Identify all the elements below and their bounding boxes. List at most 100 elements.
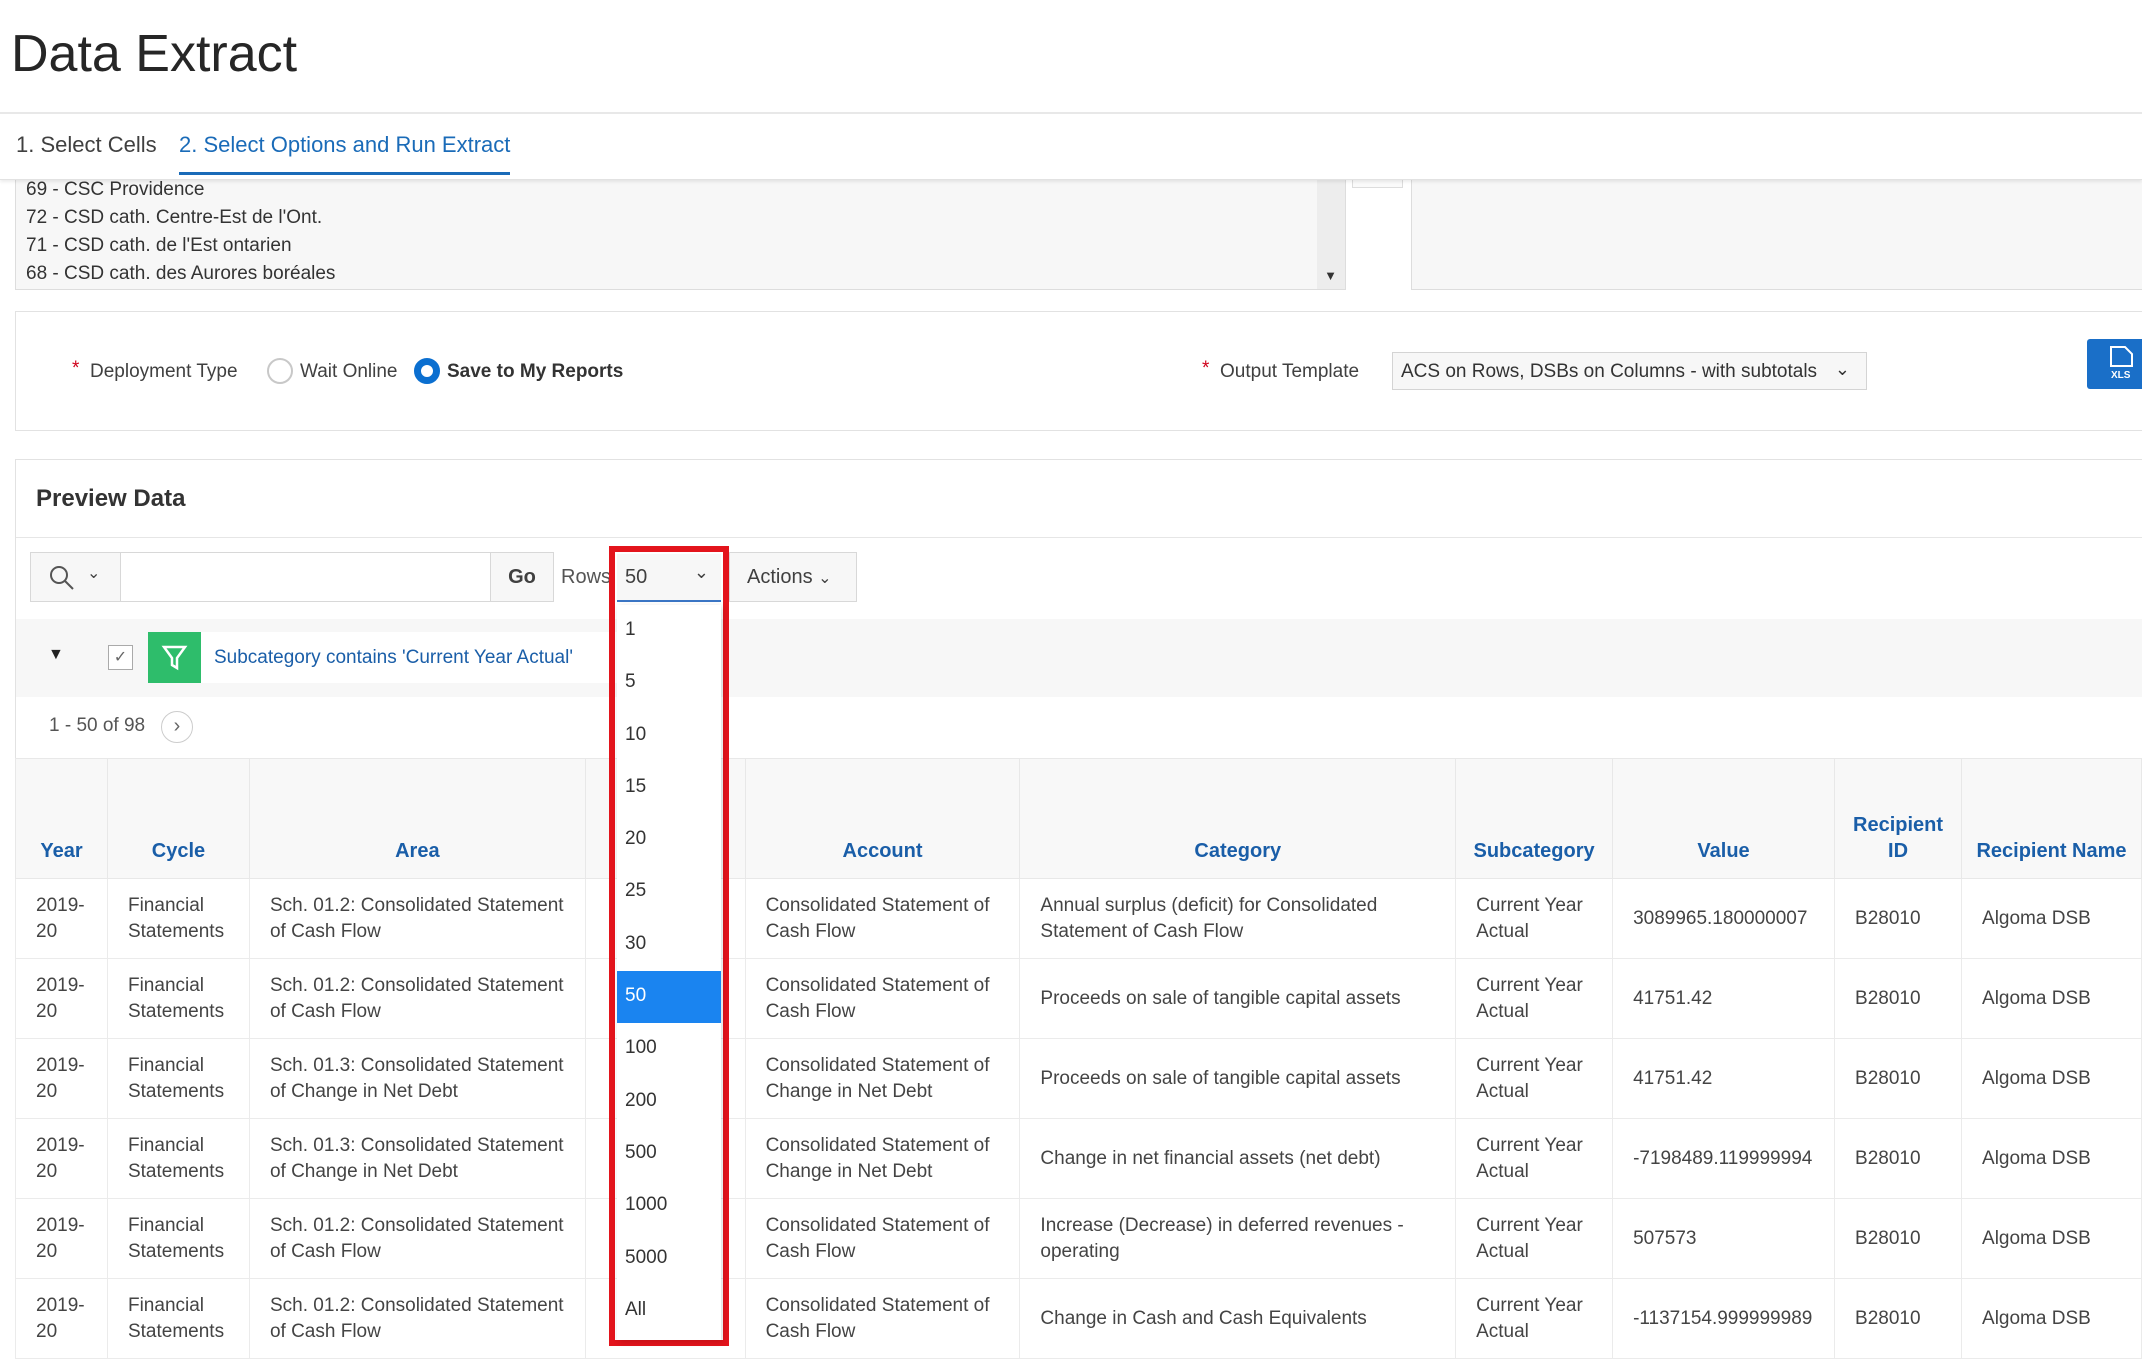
pagination-text: 1 - 50 of 98 [49, 715, 146, 736]
table-cell: Current Year Actual [1455, 1278, 1614, 1359]
table-cell: Proceeds on sale of tangible capital ass… [1019, 958, 1457, 1039]
table-row: 2019-20 Financial Statements Sch. 01.2: Co… [15, 1198, 2142, 1279]
table-cell: -7198489.119999994 [1612, 1118, 1836, 1199]
table-cell: 2019-20 [15, 1118, 108, 1199]
rows-option[interactable]: 500 [617, 1128, 721, 1180]
rows-option[interactable]: 200 [617, 1076, 721, 1128]
table-cell: Algoma DSB [1961, 958, 2142, 1039]
table-cell: Current Year Actual [1455, 1198, 1614, 1279]
column-header[interactable]: Cycle [106, 758, 250, 879]
rows-dropdown-list: 1 5 10 15 20 25 30 50 100 200 500 1000 5000 All [617, 605, 721, 1340]
table-cell: Sch. 01.2: Consolidated Statement of Cas… [248, 1278, 586, 1359]
chevron-down-icon: ⌄ [818, 570, 832, 587]
list-item[interactable]: 69 - CSC Providence [26, 179, 204, 201]
rows-option[interactable]: All [617, 1285, 721, 1337]
go-button[interactable]: Go [490, 552, 554, 602]
rows-option[interactable]: 100 [617, 1023, 721, 1075]
table-cell: Consolidated Statement of Cash Flow [744, 958, 1021, 1039]
table-cell: Financial Statements [106, 1118, 250, 1199]
rows-option[interactable]: 5000 [617, 1233, 721, 1285]
rows-option[interactable]: 1000 [617, 1180, 721, 1232]
listbox-scrollbar[interactable]: ▼ [1317, 171, 1345, 289]
collapse-triangle-icon[interactable]: ▼ [48, 646, 64, 664]
filter-enable-checkbox[interactable]: ✓ [108, 645, 133, 670]
column-header[interactable]: Account [744, 758, 1021, 879]
rows-value: 50 [625, 566, 648, 588]
rows-option[interactable]: 1 [617, 605, 721, 657]
scroll-down-arrow-icon[interactable]: ▼ [1324, 268, 1337, 283]
chevron-down-icon: ⌄ [693, 562, 709, 582]
table-cell: Consolidated Statement of Cash Flow [744, 878, 1021, 959]
table-cell: Current Year Actual [1455, 878, 1614, 959]
list-item[interactable]: 72 - CSD cath. Centre-Est de l'Ont. [26, 207, 322, 229]
table-cell: B28010 [1834, 878, 1963, 959]
table-cell: Financial Statements [106, 1278, 250, 1359]
rows-option[interactable]: 20 [617, 814, 721, 866]
table-cell: Consolidated Statement of Cash Flow [744, 1278, 1021, 1359]
rows-option[interactable]: 50 [617, 971, 721, 1024]
selected-recipients-listbox[interactable] [1411, 170, 2142, 290]
table-cell: Sch. 01.3: Consolidated Statement of Cha… [248, 1038, 586, 1119]
table-cell: B28010 [1834, 958, 1963, 1039]
preview-table: Year Cycle Area Account Category Subcategory V… [15, 758, 2142, 1359]
rows-per-page-select[interactable]: 50 ⌄ [617, 554, 721, 602]
rows-option[interactable]: 10 [617, 710, 721, 762]
radio-save-to-my-reports[interactable] [414, 358, 440, 384]
rows-option[interactable]: 25 [617, 866, 721, 918]
table-cell: Financial Statements [106, 1038, 250, 1119]
xls-icon-text: XLS [2111, 370, 2131, 381]
xls-export-button[interactable]: XLS [2087, 339, 2142, 389]
column-header[interactable]: Category [1019, 758, 1457, 879]
rows-option[interactable]: 30 [617, 919, 721, 971]
filter-link[interactable]: Subcategory contains 'Current Year Actua… [214, 647, 573, 669]
table-cell: Change in net financial assets (net debt… [1019, 1118, 1457, 1199]
table-cell: B28010 [1834, 1118, 1963, 1199]
output-template-label: Output Template [1220, 361, 1360, 382]
table-cell: B28010 [1834, 1038, 1963, 1119]
table-cell: Consolidated Statement of Change in Net … [744, 1118, 1021, 1199]
table-cell: Increase (Decrease) in deferred revenues… [1019, 1198, 1457, 1279]
table-cell: 41751.42 [1612, 1038, 1836, 1119]
column-header[interactable]: Area [248, 758, 586, 879]
column-header[interactable]: Recipient ID [1834, 758, 1963, 879]
table-cell: Current Year Actual [1455, 1118, 1614, 1199]
table-row: 2019-20 Financial Statements Sch. 01.2: Co… [15, 1278, 2142, 1359]
next-page-button[interactable]: › [161, 711, 193, 743]
table-cell: Current Year Actual [1455, 958, 1614, 1039]
search-input[interactable] [120, 552, 491, 602]
table-cell: B28010 [1834, 1198, 1963, 1279]
recipients-listbox[interactable]: 69 - CSC Providence 72 - CSD cath. Centr… [15, 170, 1346, 290]
list-item[interactable]: 68 - CSD cath. des Aurores boréales [26, 263, 335, 285]
radio-wait-online[interactable] [267, 358, 293, 384]
table-cell: Algoma DSB [1961, 1198, 2142, 1279]
rows-option[interactable]: 5 [617, 657, 721, 709]
tab-select-options[interactable]: 2. Select Options and Run Extract [179, 132, 511, 175]
column-header[interactable]: Year [15, 758, 108, 879]
table-cell: Algoma DSB [1961, 1278, 2142, 1359]
list-item[interactable]: 71 - CSD cath. de l'Est ontarien [26, 235, 292, 257]
search-column-button[interactable]: ⌄ [30, 552, 121, 602]
save-to-my-reports-label[interactable]: Save to My Reports [447, 361, 623, 383]
column-header[interactable]: Subcategory [1455, 758, 1614, 879]
column-header[interactable]: Value [1612, 758, 1836, 879]
filter-icon [148, 632, 201, 683]
table-cell: 41751.42 [1612, 958, 1836, 1039]
table-cell: Algoma DSB [1961, 1118, 2142, 1199]
table-cell: Sch. 01.2: Consolidated Statement of Cas… [248, 1198, 586, 1279]
tab-select-cells[interactable]: 1. Select Cells [16, 132, 157, 172]
table-row: 2019-20 Financial Statements Sch. 01.2: Co… [15, 878, 2142, 959]
rows-option[interactable]: 15 [617, 762, 721, 814]
table-cell: 2019-20 [15, 1038, 108, 1119]
wait-online-label[interactable]: Wait Online [300, 361, 398, 383]
table-cell: Sch. 01.3: Consolidated Statement of Cha… [248, 1118, 586, 1199]
table-cell: Consolidated Statement of Cash Flow [744, 1198, 1021, 1279]
page-title: Data Extract [11, 25, 298, 83]
output-template-select[interactable]: ACS on Rows, DSBs on Columns - with subt… [1392, 352, 1867, 390]
table-cell: Financial Statements [106, 1198, 250, 1279]
table-cell: Proceeds on sale of tangible capital ass… [1019, 1038, 1457, 1119]
table-row: 2019-20 Financial Statements Sch. 01.3: Co… [15, 1118, 2142, 1199]
column-header[interactable]: Recipient Name [1961, 758, 2142, 879]
actions-menu-button[interactable]: Actions ⌄ [729, 552, 857, 602]
actions-label: Actions [747, 566, 813, 588]
chevron-down-icon: ⌄ [87, 565, 101, 582]
